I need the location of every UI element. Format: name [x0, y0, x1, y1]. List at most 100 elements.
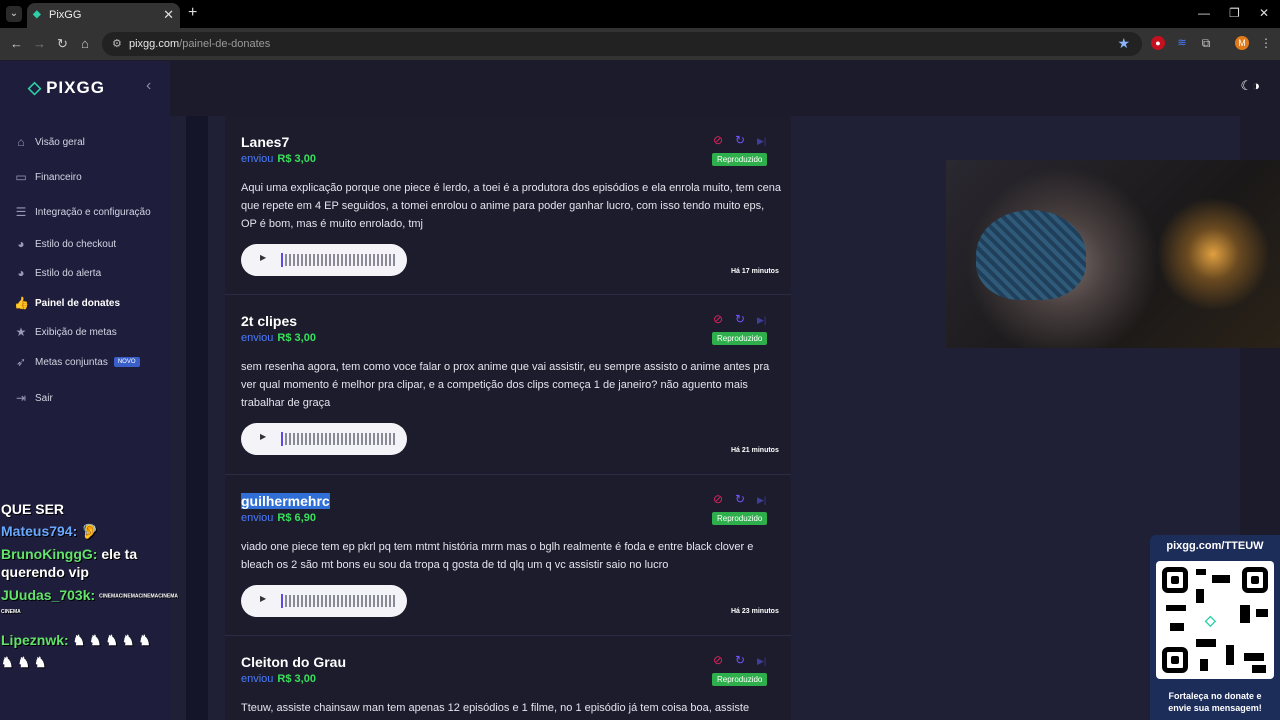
- qr-module: [1212, 575, 1230, 583]
- block-icon[interactable]: ⊘: [713, 133, 723, 147]
- restore-icon[interactable]: ❐: [1229, 6, 1240, 20]
- skip-icon[interactable]: ▶|: [757, 315, 766, 326]
- donation-message: viado one piece tem ep pkrl pq tem mtmt …: [241, 541, 754, 571]
- chat-line: Mateus794: 🦻: [1, 523, 99, 539]
- forward-icon[interactable]: →: [33, 36, 46, 51]
- donor-name: guilhermehrc: [241, 493, 330, 509]
- donation-amount-line: enviou R$ 3,00: [241, 673, 316, 685]
- browser-menu-icon[interactable]: ⋮: [1259, 36, 1273, 50]
- sidebar-item-estilo-checkout[interactable]: ◕ Estilo do checkout: [14, 237, 116, 251]
- sidebar-item-visao-geral[interactable]: ⌂ Visão geral: [14, 135, 84, 149]
- play-icon[interactable]: ▶: [260, 594, 266, 603]
- pixgg-favicon-icon: ◆: [33, 9, 41, 20]
- bookmark-star-icon[interactable]: ★: [1117, 35, 1130, 52]
- qr-module: [1244, 653, 1264, 661]
- browser-tabstrip: ⌄ ◆ PixGG ✕ + — ❐ ✕: [0, 0, 1280, 28]
- reload-icon[interactable]: ↻: [57, 36, 68, 52]
- new-tab-icon[interactable]: +: [188, 4, 197, 22]
- content-gutter: [186, 116, 208, 720]
- audio-player[interactable]: ▶: [241, 423, 407, 455]
- browser-tab[interactable]: ◆ PixGG ✕: [27, 3, 180, 28]
- donation-amount-line: enviou R$ 6,90: [241, 512, 316, 524]
- palette-icon: ◕: [17, 237, 25, 251]
- qr-code: ◇: [1156, 561, 1274, 679]
- qr-module: [1240, 605, 1250, 623]
- time-ago: Há 21 minutos: [731, 447, 779, 454]
- sidebar-item-sair[interactable]: ⇥ Sair: [14, 391, 53, 405]
- donation-card: guilhermehrc enviou R$ 6,90 ⊘ ↻ ▶| Reprod…: [225, 475, 791, 636]
- audio-player[interactable]: ▶: [241, 585, 407, 617]
- home-icon: ⌂: [17, 135, 25, 149]
- block-icon[interactable]: ⊘: [713, 653, 723, 667]
- collapse-sidebar-icon[interactable]: ‹: [146, 77, 151, 95]
- skip-icon[interactable]: ▶|: [757, 656, 766, 667]
- waveform[interactable]: [281, 254, 395, 266]
- donation-card: Lanes7 enviou R$ 3,00 ⊘ ↻ ▶| Reproduzido …: [225, 116, 791, 295]
- skip-icon[interactable]: ▶|: [757, 136, 766, 147]
- profile-avatar[interactable]: M: [1235, 36, 1249, 50]
- extension-shield-icon[interactable]: ●: [1151, 36, 1165, 50]
- back-icon[interactable]: ←: [10, 36, 23, 51]
- playhead: [281, 253, 283, 267]
- time-ago: Há 17 minutos: [731, 268, 779, 275]
- skip-icon[interactable]: ▶|: [757, 495, 766, 506]
- emote-row: ♞ ♞ ♞ ♞ ♞: [72, 632, 151, 648]
- sidebar-item-financeiro[interactable]: ▭ Financeiro: [14, 170, 81, 184]
- thumbs-up-icon: 👍: [14, 296, 29, 310]
- replay-icon[interactable]: ↻: [735, 492, 745, 506]
- replay-icon[interactable]: ↻: [735, 653, 745, 667]
- waveform[interactable]: [281, 433, 395, 445]
- donation-amount-line: enviou R$ 3,00: [241, 153, 316, 165]
- site-info-icon[interactable]: ⚙: [112, 37, 122, 50]
- status-badge: Reproduzido: [712, 673, 768, 686]
- sidebar: ◇ PIXGG ‹ ⌂ Visão geral ▭ Financeiro ☰ Integ…: [0, 61, 170, 720]
- donate-qr-panel: pixgg.com/TTEUW ◇ Fortaleça no donate ee…: [1150, 535, 1280, 720]
- play-icon[interactable]: ▶: [260, 432, 266, 441]
- address-bar[interactable]: ⚙ pixgg.com/painel-de-donates ★: [102, 32, 1142, 56]
- status-badge: Reproduzido: [712, 153, 768, 166]
- home-icon[interactable]: ⌂: [81, 36, 89, 51]
- audio-player[interactable]: ▶: [241, 244, 407, 276]
- chat-line: JUudas_703k: CINEMACINEMACINEMACINEMA: [1, 587, 178, 603]
- block-icon[interactable]: ⊘: [713, 492, 723, 506]
- pixgg-logo[interactable]: ◇ PIXGG: [28, 78, 105, 98]
- close-tab-icon[interactable]: ✕: [163, 7, 174, 23]
- waveform[interactable]: [281, 595, 395, 607]
- extensions-puzzle-icon[interactable]: ⧉: [1199, 36, 1213, 50]
- donation-card: 2t clipes enviou R$ 3,00 ⊘ ↻ ▶| Reproduzi…: [225, 295, 791, 475]
- donor-name: Lanes7: [241, 134, 290, 150]
- chat-line: querendo vip: [1, 564, 89, 580]
- new-badge: NOVO: [113, 357, 140, 367]
- url-text: pixgg.com/painel-de-donates: [129, 38, 271, 50]
- donor-name: Cleiton do Grau: [241, 654, 346, 670]
- cinema-emotes: CINEMACINEMACINEMACINEMA: [99, 593, 178, 600]
- donation-message: Aqui uma explicação porque one piece é l…: [241, 182, 781, 230]
- pixgg-logo-icon: ◇: [1205, 612, 1216, 628]
- block-icon[interactable]: ⊘: [713, 312, 723, 326]
- sidebar-item-exibicao-metas[interactable]: ★ Exibição de metas: [14, 325, 117, 339]
- playhead: [281, 594, 283, 608]
- sidebar-item-estilo-alerta[interactable]: ◕ Estilo do alerta: [14, 266, 101, 280]
- qr-finder: [1162, 647, 1188, 673]
- minimize-icon[interactable]: —: [1198, 6, 1210, 20]
- extension-wave-icon[interactable]: ≋: [1175, 36, 1189, 50]
- sidebar-item-painel-donates[interactable]: 👍 Painel de donates: [14, 296, 120, 310]
- qr-module: [1226, 645, 1234, 665]
- sidebar-item-metas-conjuntas[interactable]: ➶ Metas conjuntas NOVO: [14, 355, 140, 369]
- theme-toggle-icon[interactable]: ☾◑: [1240, 78, 1260, 94]
- replay-icon[interactable]: ↻: [735, 133, 745, 147]
- chat-line: BrunoKinggG: ele ta: [1, 546, 138, 562]
- palette-icon: ◕: [17, 266, 25, 280]
- chat-line: Lipeznwk: ♞ ♞ ♞ ♞ ♞: [1, 632, 151, 648]
- star-icon: ★: [15, 325, 27, 339]
- play-icon[interactable]: ▶: [260, 253, 266, 262]
- replay-icon[interactable]: ↻: [735, 312, 745, 326]
- sidebar-item-integracao[interactable]: ☰ Integração e configuração: [14, 205, 151, 219]
- playhead: [281, 432, 283, 446]
- emote-row: ♞ ♞ ♞: [1, 654, 47, 670]
- settings-icon: ☰: [15, 205, 27, 219]
- tab-search-icon[interactable]: ⌄: [6, 6, 22, 22]
- qr-finder: [1242, 567, 1268, 593]
- qr-module: [1166, 605, 1186, 611]
- close-window-icon[interactable]: ✕: [1259, 6, 1269, 20]
